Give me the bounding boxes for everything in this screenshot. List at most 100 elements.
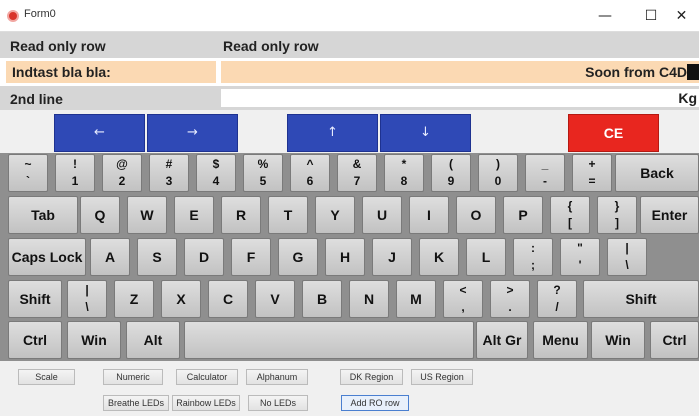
key-base-char: / xyxy=(555,300,559,314)
key-e[interactable]: E xyxy=(174,196,214,234)
key-59[interactable]: :; xyxy=(513,238,553,276)
key-r[interactable]: R xyxy=(221,196,261,234)
key-i[interactable]: I xyxy=(409,196,449,234)
up-arrow-button[interactable]: ↑ xyxy=(287,114,378,152)
option-no-leds-button[interactable]: No LEDs xyxy=(248,395,308,411)
key-h[interactable]: H xyxy=(325,238,365,276)
key-back[interactable]: Back xyxy=(615,154,699,192)
close-button[interactable]: ✕ xyxy=(664,0,699,32)
key-z[interactable]: Z xyxy=(114,280,154,318)
option-alphanum-button[interactable]: Alphanum xyxy=(246,369,308,385)
key-base-char: \ xyxy=(85,300,89,314)
key-92[interactable]: | \ xyxy=(67,280,107,318)
key-p[interactable]: P xyxy=(503,196,543,234)
right-arrow-button[interactable]: → xyxy=(147,114,238,152)
input-field[interactable]: Soon from C4D xyxy=(221,61,699,83)
key-9[interactable]: (9 xyxy=(431,154,471,192)
key-base-char: 5 xyxy=(259,174,267,188)
second-line-label: 2nd line xyxy=(10,91,63,107)
key-s[interactable]: S xyxy=(137,238,177,276)
key-a[interactable]: A xyxy=(90,238,130,276)
key-base-char: ' xyxy=(578,258,582,272)
option-calculator-button[interactable]: Calculator xyxy=(176,369,238,385)
key-x[interactable]: X xyxy=(161,280,201,318)
option-scale-button[interactable]: Scale xyxy=(18,369,75,385)
key-base-char: 2 xyxy=(118,174,126,188)
key-q[interactable]: Q xyxy=(80,196,120,234)
option-add-ro-row-button[interactable]: Add RO row xyxy=(341,395,409,411)
key-ctrl[interactable]: Ctrl xyxy=(650,321,699,359)
key-47[interactable]: ? / xyxy=(537,280,577,318)
key-k[interactable]: K xyxy=(419,238,459,276)
key-y[interactable]: Y xyxy=(315,196,355,234)
key-label: T xyxy=(283,207,293,223)
key-enter[interactable]: Enter xyxy=(640,196,699,234)
key-91[interactable]: {[ xyxy=(550,196,590,234)
key-5[interactable]: % 5 xyxy=(243,154,283,192)
key-alt-gr[interactable]: Alt Gr xyxy=(476,321,528,359)
key-label: V xyxy=(270,291,280,307)
key-w[interactable]: W xyxy=(127,196,167,234)
key-1[interactable]: ! 1 xyxy=(55,154,95,192)
key-44[interactable]: <, xyxy=(443,280,483,318)
key-u[interactable]: U xyxy=(362,196,402,234)
option-dk-region-button[interactable]: DK Region xyxy=(340,369,403,385)
down-arrow-button[interactable]: ↓ xyxy=(380,114,471,152)
key-shift-char: * xyxy=(401,157,407,171)
key-8[interactable]: * 8 xyxy=(384,154,424,192)
option-breathe-leds-button[interactable]: Breathe LEDs xyxy=(103,395,169,411)
key-96[interactable]: ~ ` xyxy=(8,154,48,192)
key-shift-char: ~ xyxy=(24,157,32,171)
key-c[interactable]: C xyxy=(208,280,248,318)
left-arrow-button[interactable]: ← xyxy=(54,114,145,152)
option-rainbow-leds-button[interactable]: Rainbow LEDs xyxy=(172,395,240,411)
key-v[interactable]: V xyxy=(255,280,295,318)
key-shift-char: < xyxy=(459,283,467,297)
key-7[interactable]: & 7 xyxy=(337,154,377,192)
key-g[interactable]: G xyxy=(278,238,318,276)
second-line-field[interactable]: Kg xyxy=(221,89,699,107)
clear-entry-button[interactable]: CE xyxy=(568,114,659,152)
read-only-label-2: Read only row xyxy=(223,38,319,54)
key-tab[interactable]: Tab xyxy=(8,196,78,234)
input-label: Indtast bla bla: xyxy=(6,61,216,83)
key-0[interactable]: ) 0 xyxy=(478,154,518,192)
key-b[interactable]: B xyxy=(302,280,342,318)
key-shift[interactable]: Shift xyxy=(583,280,699,318)
key-menu[interactable]: Menu xyxy=(533,321,588,359)
key-n[interactable]: N xyxy=(349,280,389,318)
key-j[interactable]: J xyxy=(372,238,412,276)
key-61[interactable]: + = xyxy=(572,154,612,192)
key-t[interactable]: T xyxy=(268,196,308,234)
key-shift[interactable]: Shift xyxy=(8,280,62,318)
key-win[interactable]: Win xyxy=(591,321,645,359)
minimize-button[interactable]: — xyxy=(582,0,628,32)
key-alt[interactable]: Alt xyxy=(126,321,180,359)
key-92[interactable]: | \ xyxy=(607,238,647,276)
space-key[interactable] xyxy=(184,321,474,359)
key-win[interactable]: Win xyxy=(67,321,121,359)
key-shift-char: & xyxy=(352,157,362,171)
key-4[interactable]: $4 xyxy=(196,154,236,192)
read-only-row: Read only row Read only row xyxy=(0,32,699,58)
key-2[interactable]: @2 xyxy=(102,154,142,192)
key-6[interactable]: ^ 6 xyxy=(290,154,330,192)
key-label: I xyxy=(427,207,431,223)
option-us-region-button[interactable]: US Region xyxy=(411,369,473,385)
key-o[interactable]: O xyxy=(456,196,496,234)
key-93[interactable]: }] xyxy=(597,196,637,234)
option-numeric-button[interactable]: Numeric xyxy=(103,369,163,385)
key-3[interactable]: #3 xyxy=(149,154,189,192)
key-d[interactable]: D xyxy=(184,238,224,276)
key-l[interactable]: L xyxy=(466,238,506,276)
key-46[interactable]: >. xyxy=(490,280,530,318)
key-label: F xyxy=(246,249,256,265)
key-45[interactable]: _ - xyxy=(525,154,565,192)
key-39[interactable]: " ' xyxy=(560,238,600,276)
key-label: H xyxy=(339,249,351,265)
key-ctrl[interactable]: Ctrl xyxy=(8,321,62,359)
key-caps-lock[interactable]: Caps Lock xyxy=(8,238,86,276)
key-label: E xyxy=(189,207,199,223)
key-f[interactable]: F xyxy=(231,238,271,276)
key-m[interactable]: M xyxy=(396,280,436,318)
